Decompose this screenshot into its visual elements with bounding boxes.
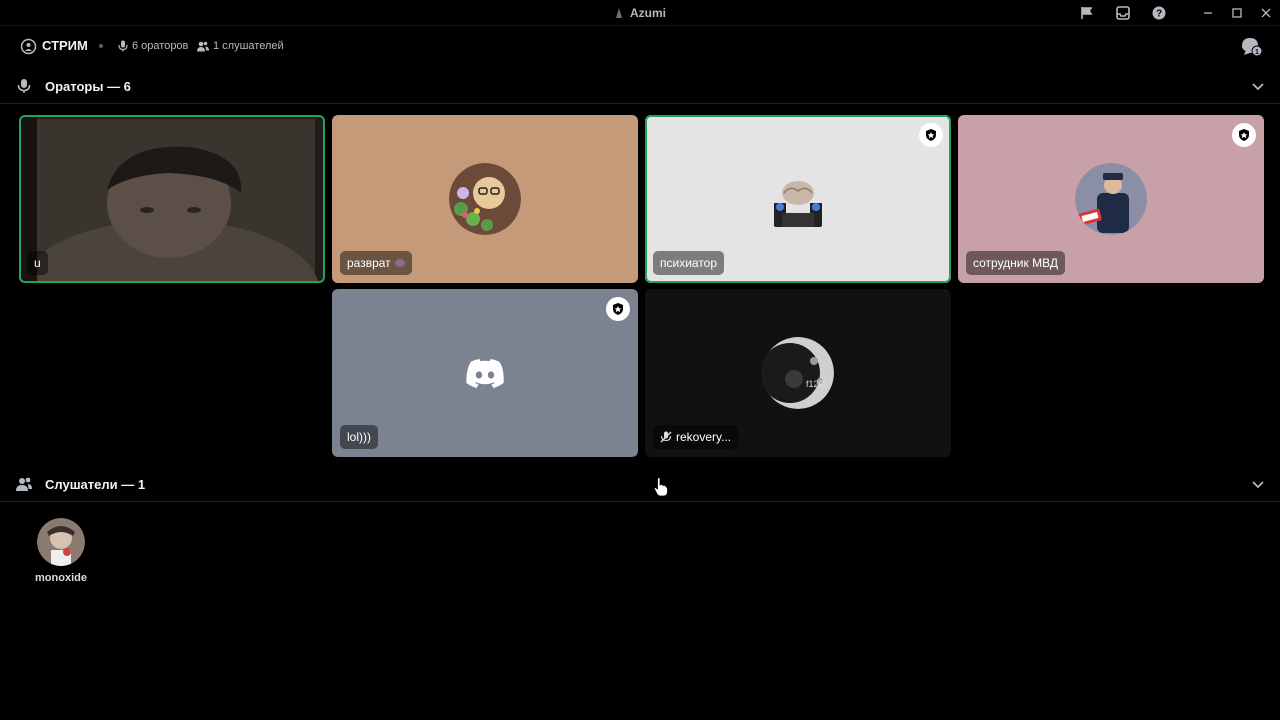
threads-badge: 1 (1255, 49, 1259, 56)
avatar: f12Ø (762, 337, 834, 409)
stage-icon (20, 38, 37, 55)
speaker-name: lol))) (347, 430, 371, 444)
speaker-name: сотрудник МВД (973, 256, 1058, 270)
people-icon (197, 41, 209, 51)
speaker-name-tag: разврат (340, 251, 412, 275)
close-icon[interactable] (1257, 4, 1275, 22)
speaker-tile-u[interactable]: u (19, 115, 325, 283)
speakers-section-header[interactable]: Ораторы — 6 (0, 68, 1280, 104)
speaker-tile-psikhiator[interactable]: психиатор (645, 115, 951, 283)
app-icon (616, 8, 622, 18)
separator-dot (99, 44, 103, 48)
speaker-name-tag: сотрудник МВД (966, 251, 1065, 275)
window-title-text: Azumi (630, 6, 666, 20)
chevron-down-icon[interactable] (1250, 476, 1266, 492)
speaker-tile-razvrat[interactable]: разврат (332, 115, 638, 283)
hand-cursor-icon (654, 477, 668, 497)
avatar (1075, 163, 1147, 235)
speaker-name-tag: rekovery... (653, 425, 739, 449)
speaker-name-tag: u (27, 251, 48, 275)
moderator-badge-icon (919, 123, 943, 147)
discord-logo-icon (466, 359, 504, 388)
stage-title: СТРИМ (42, 38, 88, 53)
moderator-badge-icon (606, 297, 630, 321)
listener-name: monoxide (35, 572, 87, 584)
avatar (37, 518, 85, 566)
threads-icon[interactable]: 1 (1240, 36, 1264, 58)
maximize-icon[interactable] (1228, 4, 1246, 22)
muted-microphone-icon (660, 431, 672, 443)
moderator-badge-icon (1232, 123, 1256, 147)
speaker-name-tag: психиатор (653, 251, 725, 275)
microphone-icon (118, 40, 128, 52)
speakers-count: 6 ораторов (118, 40, 188, 52)
speaker-name-tag: lol))) (340, 425, 378, 449)
chevron-down-icon[interactable] (1250, 78, 1266, 94)
title-bar: Azumi ? (0, 0, 1280, 26)
speaker-name: разврат (347, 256, 391, 270)
listeners-count: 1 слушателей (197, 40, 284, 52)
speaker-tile-rekovery[interactable]: f12Ø rekovery... (645, 289, 951, 457)
emoji-icon (394, 259, 405, 267)
stage-header: СТРИМ 6 ораторов 1 слушателей 1 (0, 26, 1280, 66)
speaker-tile-lol[interactable]: lol))) (332, 289, 638, 457)
minimize-icon[interactable] (1199, 4, 1217, 22)
inbox-icon[interactable] (1114, 4, 1132, 22)
speaker-tile-sotrudnik[interactable]: сотрудник МВД (958, 115, 1264, 283)
avatar-logo-text: f12Ø (806, 379, 826, 389)
people-icon (16, 477, 32, 491)
speakers-count-text: 6 ораторов (132, 40, 189, 52)
speakers-section-label: Ораторы — 6 (45, 79, 131, 94)
speaker-name: rekovery... (676, 430, 732, 444)
speaker-name: u (34, 256, 41, 270)
avatar (449, 163, 521, 235)
listeners-section-label: Слушатели — 1 (45, 477, 146, 492)
listeners-section-header[interactable]: Слушатели — 1 (0, 466, 1280, 502)
avatar (762, 163, 834, 235)
microphone-icon (17, 79, 31, 93)
video-feed (19, 115, 325, 283)
listeners-count-text: 1 слушателей (213, 40, 284, 52)
flag-icon[interactable] (1078, 4, 1096, 22)
speaker-name: психиатор (660, 256, 718, 270)
listener-monoxide[interactable]: monoxide (30, 518, 92, 584)
svg-text:?: ? (1156, 9, 1162, 20)
help-icon[interactable]: ? (1150, 4, 1168, 22)
